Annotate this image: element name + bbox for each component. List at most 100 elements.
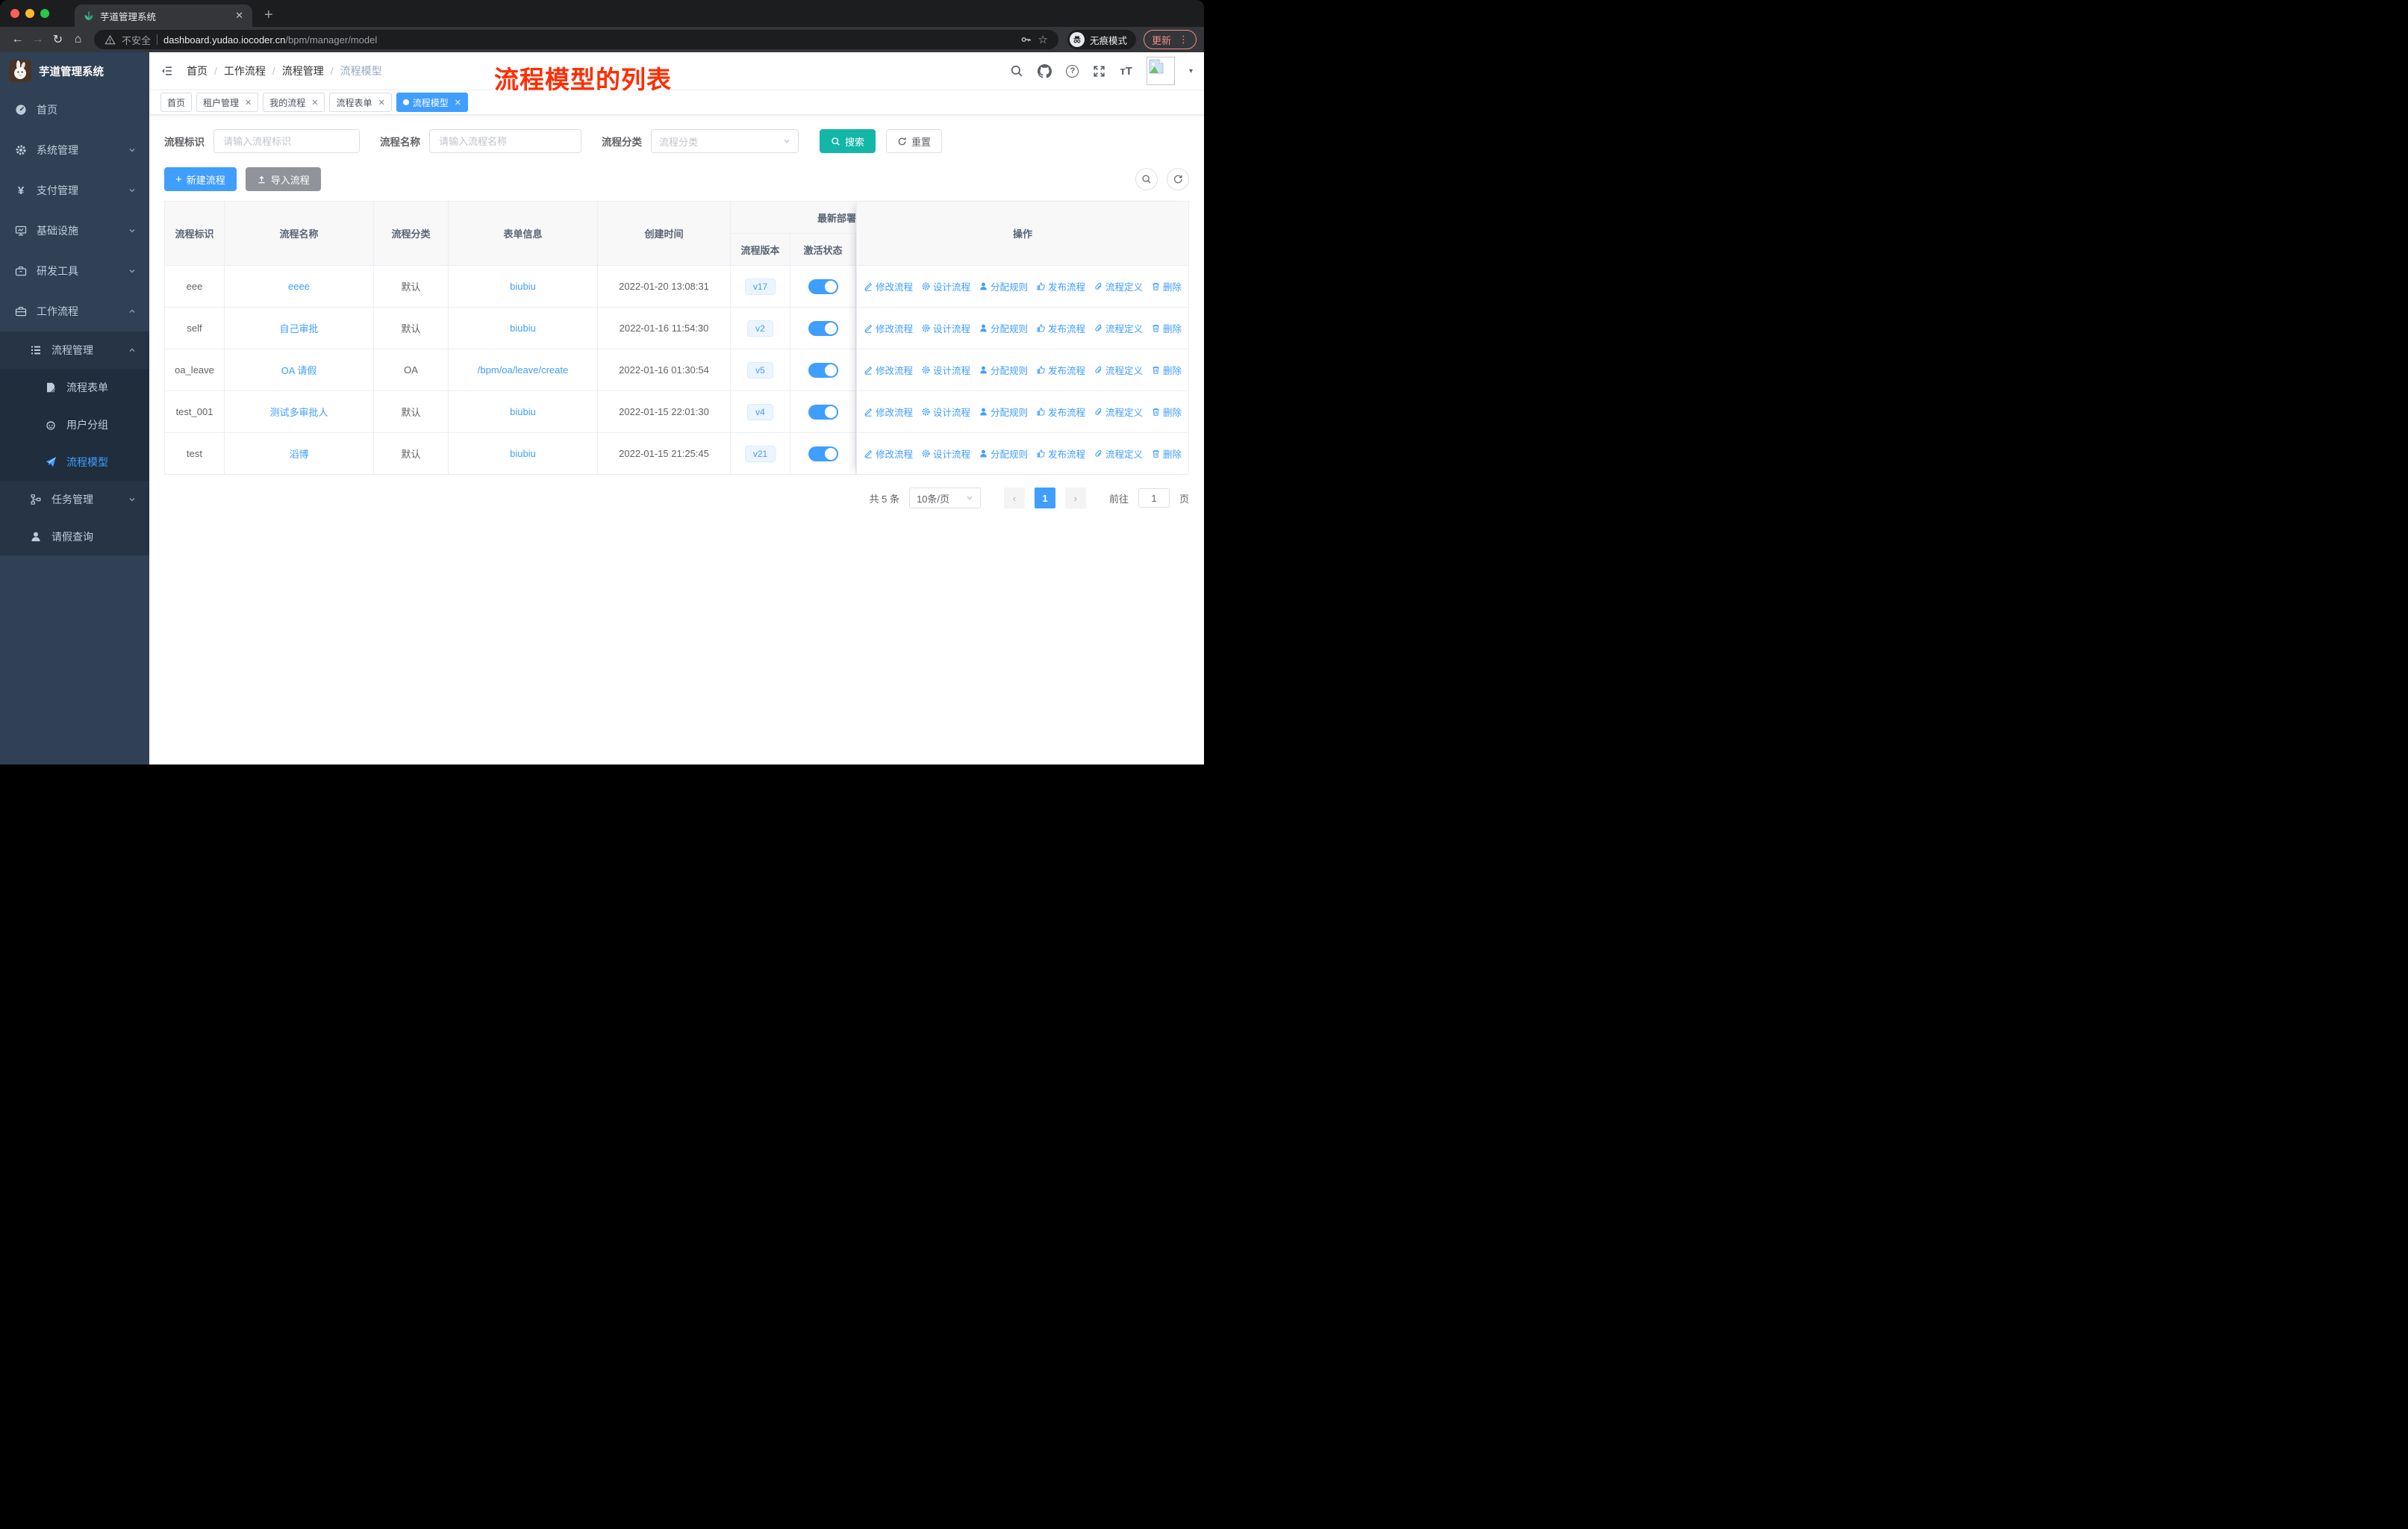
process-definition-link[interactable]: 流程定义 [1094, 363, 1143, 377]
form-info-link[interactable]: biubiu [510, 323, 536, 334]
modify-process-link[interactable]: 修改流程 [864, 321, 913, 335]
reset-button[interactable]: 重置 [886, 129, 943, 153]
publish-process-link[interactable]: 发布流程 [1036, 321, 1085, 335]
fullscreen-icon[interactable] [1093, 65, 1105, 78]
assign-rule-link[interactable]: 分配规则 [979, 321, 1028, 335]
sidebar-item-home[interactable]: 首页 [0, 90, 149, 130]
reload-button[interactable]: ↻ [48, 32, 68, 47]
zoom-window-button[interactable] [40, 9, 49, 18]
sidebar-item-leave-query[interactable]: 请假查询 [0, 518, 149, 555]
help-icon[interactable]: ? [1066, 64, 1079, 78]
minimize-window-button[interactable] [25, 9, 34, 18]
browser-tab[interactable]: 芋道管理系统 ✕ [75, 4, 252, 27]
close-icon[interactable]: ✕ [245, 98, 252, 108]
form-info-link[interactable]: biubiu [510, 406, 536, 417]
avatar[interactable] [1146, 57, 1175, 85]
form-info-link[interactable]: biubiu [510, 281, 536, 292]
process-name-link[interactable]: 滔博 [289, 446, 308, 461]
search-icon[interactable] [1010, 64, 1023, 78]
process-definition-link[interactable]: 流程定义 [1094, 279, 1143, 293]
delete-link[interactable]: 删除 [1151, 321, 1182, 335]
refresh-table-button[interactable] [1167, 168, 1189, 190]
design-process-link[interactable]: 设计流程 [921, 321, 970, 335]
assign-rule-link[interactable]: 分配规则 [979, 279, 1028, 293]
chevron-down-icon[interactable]: ▾ [1189, 67, 1193, 75]
breadcrumb-workflow[interactable]: 工作流程 [224, 63, 266, 78]
active-toggle[interactable] [808, 278, 838, 294]
breadcrumb-process-mgmt[interactable]: 流程管理 [282, 63, 324, 78]
form-info-link[interactable]: /bpm/oa/leave/create [478, 364, 568, 376]
forward-button[interactable]: → [28, 33, 48, 46]
filter-name-input[interactable] [429, 129, 581, 153]
import-process-button[interactable]: 导入流程 [245, 167, 321, 191]
delete-link[interactable]: 删除 [1151, 446, 1182, 461]
close-icon[interactable]: ✕ [311, 98, 318, 108]
back-button[interactable]: ← [7, 33, 28, 46]
publish-process-link[interactable]: 发布流程 [1036, 405, 1085, 419]
show-search-button[interactable] [1135, 168, 1158, 190]
sidebar-item-dev[interactable]: 研发工具 [0, 251, 149, 291]
tag-process-form[interactable]: 流程表单 ✕ [329, 93, 392, 112]
sidebar-item-infra[interactable]: 基础设施 [0, 211, 149, 251]
browser-update-button[interactable]: 更新 ⋮ [1143, 30, 1197, 49]
publish-process-link[interactable]: 发布流程 [1036, 363, 1085, 377]
filter-category-select[interactable]: 流程分类 [651, 129, 799, 153]
sidebar-item-process-model[interactable]: 流程模型 [0, 443, 149, 481]
search-button[interactable]: 搜索 [820, 129, 876, 153]
active-toggle[interactable] [808, 320, 838, 336]
sidebar-collapse-icon[interactable] [160, 65, 173, 77]
home-button[interactable]: ⌂ [68, 33, 88, 46]
modify-process-link[interactable]: 修改流程 [864, 279, 913, 293]
process-name-link[interactable]: OA 请假 [281, 363, 317, 377]
tag-my-process[interactable]: 我的流程 ✕ [263, 93, 325, 112]
design-process-link[interactable]: 设计流程 [921, 446, 970, 461]
design-process-link[interactable]: 设计流程 [921, 405, 970, 419]
tab-close-icon[interactable]: ✕ [235, 10, 243, 22]
next-page-button[interactable]: › [1064, 488, 1086, 508]
sidebar-item-user-group[interactable]: 用户分组 [0, 406, 149, 443]
sidebar-item-process-form[interactable]: 流程表单 [0, 369, 149, 406]
process-name-link[interactable]: 自己审批 [279, 321, 318, 335]
breadcrumb-home[interactable]: 首页 [187, 63, 208, 78]
form-info-link[interactable]: biubiu [510, 448, 536, 459]
tag-home[interactable]: 首页 [160, 93, 193, 112]
page-size-select[interactable]: 10条/页 [908, 488, 981, 508]
sidebar-item-process-mgmt[interactable]: 流程管理 [0, 331, 149, 369]
process-definition-link[interactable]: 流程定义 [1094, 446, 1143, 461]
tag-tenant[interactable]: 租户管理 ✕ [196, 93, 259, 112]
font-size-icon[interactable]: тT [1120, 65, 1132, 78]
filter-key-input[interactable] [213, 129, 360, 153]
sidebar-item-task-mgmt[interactable]: 任务管理 [0, 481, 149, 518]
close-icon[interactable]: ✕ [455, 98, 461, 108]
design-process-link[interactable]: 设计流程 [921, 279, 970, 293]
active-toggle[interactable] [808, 446, 838, 461]
delete-link[interactable]: 删除 [1151, 363, 1182, 377]
publish-process-link[interactable]: 发布流程 [1036, 446, 1085, 461]
new-tab-button[interactable]: + [264, 7, 273, 24]
process-definition-link[interactable]: 流程定义 [1094, 405, 1143, 419]
bookmark-star-icon[interactable]: ☆ [1038, 33, 1048, 46]
modify-process-link[interactable]: 修改流程 [864, 405, 913, 419]
design-process-link[interactable]: 设计流程 [921, 363, 970, 377]
tag-process-model[interactable]: 流程模型 ✕ [396, 93, 468, 112]
sidebar-item-pay[interactable]: ¥ 支付管理 [0, 170, 149, 211]
process-name-link[interactable]: 测试多审批人 [269, 405, 328, 419]
modify-process-link[interactable]: 修改流程 [864, 363, 913, 377]
create-process-button[interactable]: + 新建流程 [164, 167, 237, 191]
browser-menu-icon[interactable]: ⋮ [1179, 34, 1188, 46]
goto-page-input[interactable] [1138, 488, 1170, 508]
assign-rule-link[interactable]: 分配规则 [979, 446, 1028, 461]
password-key-icon[interactable] [1020, 34, 1032, 46]
active-toggle[interactable] [808, 404, 838, 420]
url-bar[interactable]: 不安全 dashboard.yudao.iocoder.cn/bpm/manag… [94, 30, 1058, 49]
process-name-link[interactable]: eeee [288, 281, 310, 292]
process-definition-link[interactable]: 流程定义 [1094, 321, 1143, 335]
page-1-button[interactable]: 1 [1034, 488, 1055, 508]
delete-link[interactable]: 删除 [1151, 279, 1182, 293]
close-window-button[interactable] [10, 9, 19, 18]
close-icon[interactable]: ✕ [378, 98, 385, 108]
sidebar-item-workflow[interactable]: 工作流程 [0, 291, 149, 331]
sidebar-item-system[interactable]: 系统管理 [0, 130, 149, 170]
publish-process-link[interactable]: 发布流程 [1036, 279, 1085, 293]
active-toggle[interactable] [808, 362, 838, 378]
